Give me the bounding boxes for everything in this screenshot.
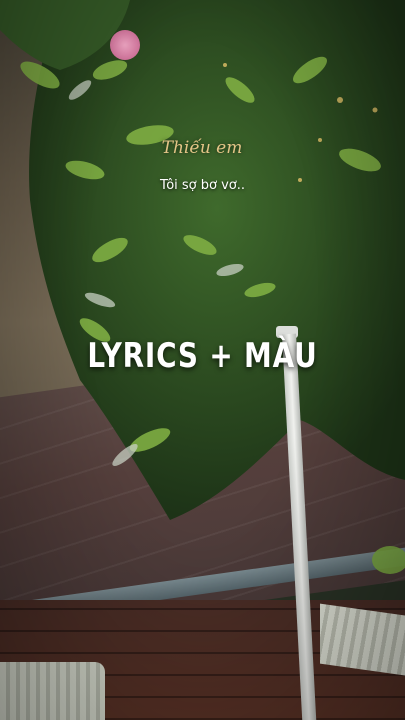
video-frame: Thiếu em Tôi sợ bơ vơ.. LYRICS + MÀU [0,0,405,720]
headline-caption: LYRICS + MÀU [87,336,318,376]
song-title: Thiếu em [161,138,243,158]
lyric-line: Tôi sợ bơ vơ.. [159,178,246,193]
